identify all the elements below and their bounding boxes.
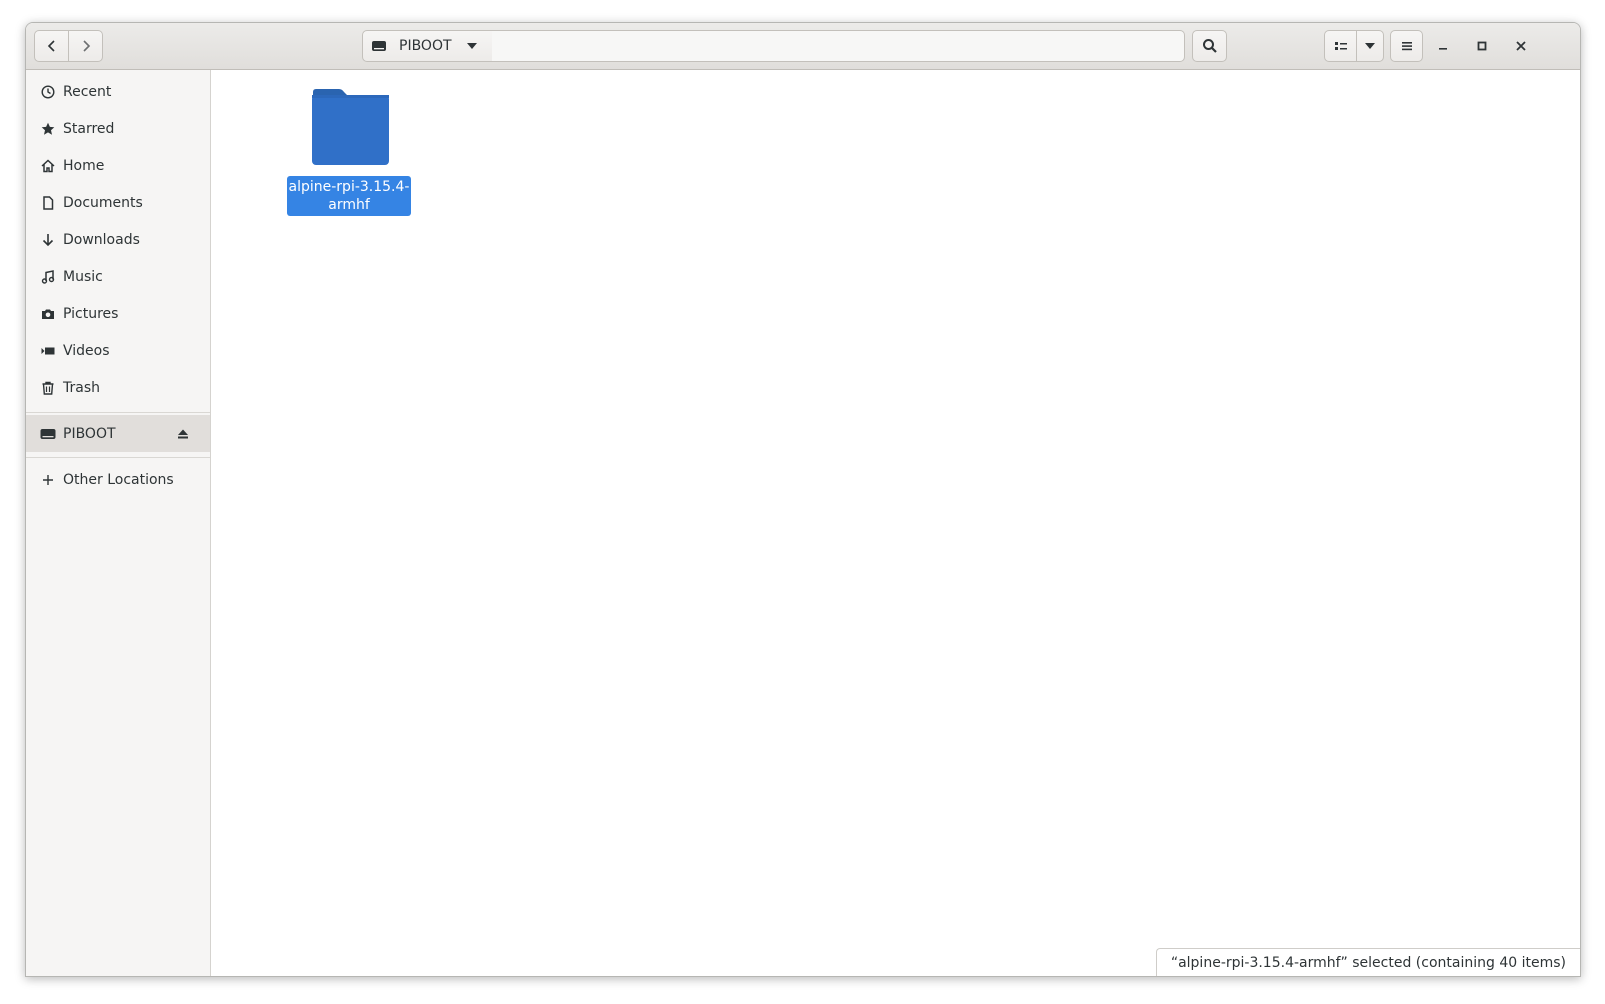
location-label: PIBOOT [399, 38, 452, 54]
sidebar-item-label: Music [63, 268, 103, 285]
music-icon [40, 269, 56, 285]
file-view[interactable]: alpine-rpi-3.15.4- armhf “alpine-rpi-3.1… [211, 70, 1580, 976]
search-button[interactable] [1192, 30, 1227, 62]
maximize-button[interactable] [1466, 30, 1498, 62]
sidebar-item-other-locations[interactable]: Other Locations [26, 461, 210, 498]
sidebar-item-label: Other Locations [63, 471, 174, 488]
home-icon [40, 158, 56, 174]
sidebar-item-label: Videos [63, 342, 110, 359]
close-icon [1516, 41, 1526, 51]
sidebar-item-label: Starred [63, 120, 115, 137]
sidebar-item-label: Recent [63, 83, 112, 100]
sidebar-item-starred[interactable]: Starred [26, 110, 210, 147]
trash-icon [40, 380, 56, 396]
list-view-icon [1334, 42, 1347, 50]
folder-icon [311, 88, 389, 170]
plus-icon [40, 472, 56, 488]
list-view-button[interactable] [1324, 30, 1357, 62]
sidebar-item-music[interactable]: Music [26, 258, 210, 295]
status-text: “alpine-rpi-3.15.4-armhf” selected (cont… [1170, 954, 1566, 971]
sidebar-item-documents[interactable]: Documents [26, 184, 210, 221]
minimize-icon [1439, 48, 1447, 50]
sidebar-item-label: Home [63, 157, 105, 174]
video-icon [40, 343, 56, 359]
sidebar-item-label: PIBOOT [63, 425, 116, 442]
sidebar-item-label: Downloads [63, 231, 140, 248]
sidebar-item-recent[interactable]: Recent [26, 73, 210, 110]
camera-icon [40, 306, 56, 322]
back-button[interactable] [34, 30, 69, 62]
document-icon [40, 195, 56, 211]
file-manager-window: PIBOOT Recent Starred Home Documents Dow… [25, 22, 1581, 977]
download-icon [40, 232, 56, 248]
minimize-button[interactable] [1427, 30, 1459, 62]
sidebar-item-pictures[interactable]: Pictures [26, 295, 210, 332]
drive-icon [40, 426, 56, 442]
sidebar-item-downloads[interactable]: Downloads [26, 221, 210, 258]
sidebar-item-piboot[interactable]: PIBOOT [26, 415, 210, 452]
chevron-right-icon [82, 40, 90, 52]
close-button[interactable] [1505, 30, 1537, 62]
sidebar-item-label: Documents [63, 194, 143, 211]
sidebar-item-label: Pictures [63, 305, 119, 322]
sidebar-separator [26, 412, 210, 413]
eject-icon[interactable] [176, 427, 190, 441]
sidebar-item-trash[interactable]: Trash [26, 369, 210, 406]
sidebar-separator [26, 457, 210, 458]
main-menu-button[interactable] [1390, 30, 1423, 62]
drive-icon [371, 38, 387, 54]
forward-button[interactable] [68, 30, 103, 62]
search-icon [1202, 39, 1217, 53]
sidebar-item-videos[interactable]: Videos [26, 332, 210, 369]
clock-icon [40, 84, 56, 100]
header-bar: PIBOOT [26, 23, 1580, 70]
caret-down-icon [1365, 43, 1375, 49]
star-icon [40, 121, 56, 137]
path-entry[interactable] [492, 30, 1185, 62]
folder-name-line-1: alpine-rpi-3.15.4- [288, 179, 410, 195]
hamburger-menu-icon [1401, 42, 1412, 51]
sidebar: Recent Starred Home Documents Downloads [26, 70, 211, 976]
caret-down-icon [466, 40, 478, 52]
sidebar-item-label: Trash [63, 379, 100, 396]
maximize-icon [1477, 41, 1487, 51]
chevron-left-icon [47, 40, 55, 52]
sidebar-item-home[interactable]: Home [26, 147, 210, 184]
status-bar: “alpine-rpi-3.15.4-armhf” selected (cont… [1155, 948, 1580, 976]
location-button[interactable]: PIBOOT [362, 30, 493, 62]
folder-name: alpine-rpi-3.15.4- armhf [287, 176, 411, 216]
folder-name-line-2: armhf [328, 197, 370, 213]
view-options-button[interactable] [1356, 30, 1384, 62]
